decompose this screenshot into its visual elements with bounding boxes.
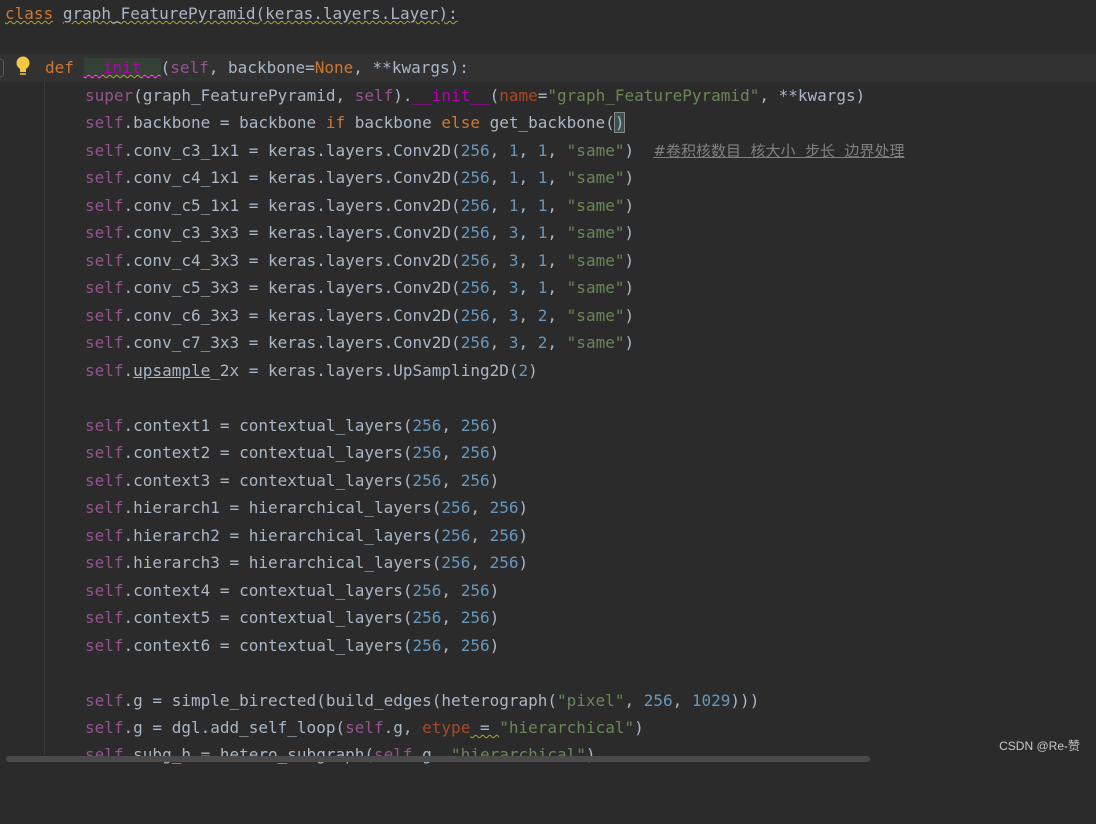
code-line-layer[interactable]: self.context2 = contextual_layers(256, 2… <box>0 439 1096 467</box>
watermark: CSDN @Re-赞 <box>999 739 1080 753</box>
code-line-layer[interactable]: self.context6 = contextual_layers(256, 2… <box>0 632 1096 660</box>
code-editor[interactable]: class graph_FeaturePyramid(keras.layers.… <box>0 0 1096 764</box>
code-line-layer[interactable]: self.hierarch2 = hierarchical_layers(256… <box>0 522 1096 550</box>
matched-bracket: ) <box>613 112 626 133</box>
code-line-class[interactable]: class graph_FeaturePyramid(keras.layers.… <box>0 0 1096 28</box>
code-line-graph[interactable]: self.g = simple_birected(build_edges(het… <box>0 687 1096 715</box>
code-comment: #卷积核数目 核大小 步长 边界处理 <box>653 142 905 160</box>
code-line-self-loop[interactable]: self.g = dgl.add_self_loop(self.g, etype… <box>0 714 1096 742</box>
code-line-subgraph[interactable]: self.subg_h = hetero_subgraph(self.g, "h… <box>0 741 1096 769</box>
class-name: graph_FeaturePyramid <box>62 4 256 23</box>
code-line-layer[interactable]: self.hierarch1 = hierarchical_layers(256… <box>0 494 1096 522</box>
code-line-conv[interactable]: self.conv_c6_3x3 = keras.layers.Conv2D(2… <box>0 302 1096 330</box>
code-line-layer[interactable]: self.context1 = contextual_layers(256, 2… <box>0 412 1096 440</box>
code-line-conv[interactable]: self.conv_c4_1x1 = keras.layers.Conv2D(2… <box>0 164 1096 192</box>
code-line-super[interactable]: super(graph_FeaturePyramid, self).__init… <box>0 82 1096 110</box>
init-name: __init__ <box>83 58 161 77</box>
code-line-layer[interactable]: self.context4 = contextual_layers(256, 2… <box>0 577 1096 605</box>
class-bases: (keras.layers.Layer): <box>255 4 458 23</box>
code-line-layer[interactable]: self.context5 = contextual_layers(256, 2… <box>0 604 1096 632</box>
code-line-upsample[interactable]: self.upsample_2x = keras.layers.UpSampli… <box>0 357 1096 385</box>
code-line-def-init[interactable]: def __init__(self, backbone=None, **kwar… <box>0 54 1096 82</box>
code-line-backbone[interactable]: self.backbone = backbone if backbone els… <box>0 109 1096 137</box>
keyword-def: def <box>45 58 74 77</box>
fold-marker-icon[interactable] <box>0 59 4 77</box>
code-line-layer[interactable]: self.context3 = contextual_layers(256, 2… <box>0 467 1096 495</box>
code-line-conv[interactable]: self.conv_c4_3x3 = keras.layers.Conv2D(2… <box>0 247 1096 275</box>
code-line-conv[interactable]: self.conv_c3_1x1 = keras.layers.Conv2D(2… <box>0 137 1096 165</box>
horizontal-scrollbar[interactable] <box>6 756 870 762</box>
code-line-layer[interactable]: self.hierarch3 = hierarchical_layers(256… <box>0 549 1096 577</box>
code-line-conv[interactable]: self.conv_c3_3x3 = keras.layers.Conv2D(2… <box>0 219 1096 247</box>
code-line-conv[interactable]: self.conv_c5_3x3 = keras.layers.Conv2D(2… <box>0 274 1096 302</box>
keyword-class: class <box>5 4 54 23</box>
code-line-conv[interactable]: self.conv_c7_3x3 = keras.layers.Conv2D(2… <box>0 329 1096 357</box>
code-line-conv[interactable]: self.conv_c5_1x1 = keras.layers.Conv2D(2… <box>0 192 1096 220</box>
lightbulb-icon[interactable] <box>14 55 32 77</box>
